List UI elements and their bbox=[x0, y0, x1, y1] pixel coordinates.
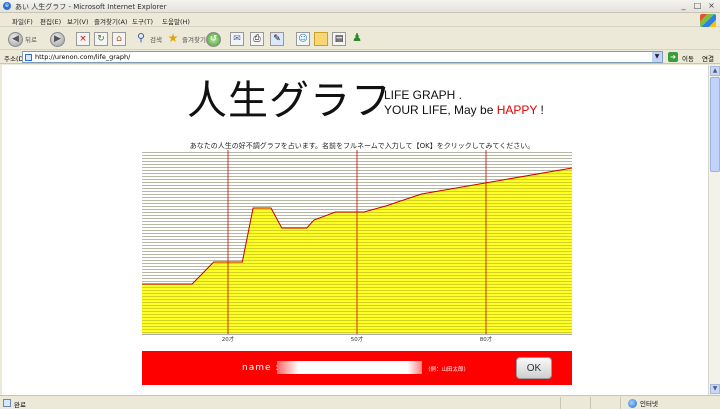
security-zone: 인터넷 bbox=[628, 398, 658, 408]
name-input[interactable] bbox=[277, 361, 422, 374]
chevron-down-icon[interactable]: ▼ bbox=[652, 52, 662, 62]
status-bar: 완료 인터넷 bbox=[0, 395, 720, 409]
browser-window: e あい 人生グラフ - Microsoft Internet Explorer… bbox=[0, 0, 720, 409]
status-text: 완료 bbox=[14, 401, 26, 409]
research-button[interactable]: ▤ bbox=[332, 31, 346, 47]
folder-icon bbox=[314, 32, 328, 46]
name-hint: （例：山田太郎） bbox=[425, 367, 470, 373]
search-label: 검색 bbox=[150, 36, 162, 44]
status-divider bbox=[560, 397, 561, 409]
favorites-label: 즐겨찾기 bbox=[182, 36, 206, 44]
window-controls: _ □ × bbox=[677, 1, 718, 11]
vertical-scrollbar[interactable]: ▲ ▼ bbox=[708, 65, 720, 395]
status-divider bbox=[620, 397, 621, 409]
research-icon: ▤ bbox=[332, 32, 346, 46]
window-title: あい 人生グラフ - Microsoft Internet Explorer bbox=[15, 3, 167, 11]
toolbar: ◀ 뒤로 ▶ × ↻ ⌂ ⚲ 검색 ★ 즐겨찾기 ↺ ✉ ⎙ ✎ ☺ ▤ ♟ bbox=[0, 28, 720, 50]
menu-view[interactable]: 보기(V) bbox=[67, 16, 88, 26]
title-bar: e あい 人生グラフ - Microsoft Internet Explorer… bbox=[0, 0, 720, 13]
back-button[interactable]: ◀ 뒤로 bbox=[8, 31, 37, 47]
page-viewport: 人生グラフ LIFE GRAPH . YOUR LIFE, May be HAP… bbox=[2, 65, 708, 395]
ie-logo-icon: e bbox=[3, 2, 11, 10]
globe-icon bbox=[628, 398, 637, 408]
age-tick-label: 80才 bbox=[480, 335, 493, 342]
mail-icon: ✉ bbox=[230, 32, 244, 46]
forward-button[interactable]: ▶ bbox=[50, 31, 65, 47]
messenger-icon: ☺ bbox=[296, 32, 310, 46]
home-icon: ⌂ bbox=[112, 32, 126, 46]
age-tick-label: 50才 bbox=[351, 335, 364, 342]
messenger-button[interactable]: ☺ bbox=[296, 31, 310, 47]
menu-bar: 파일(F) 편집(E) 보기(V) 즐겨찾기(A) 도구(T) 도움말(H) bbox=[0, 13, 720, 27]
favorites-button[interactable]: ★ 즐겨찾기 bbox=[166, 31, 206, 47]
search-button[interactable]: ⚲ 검색 bbox=[134, 31, 162, 47]
page-subtitle-line2: YOUR LIFE, May be HAPPY ! bbox=[384, 103, 544, 117]
history-button[interactable]: ↺ bbox=[206, 31, 221, 47]
back-label: 뒤로 bbox=[25, 36, 37, 44]
address-url: http://urenon.com/life_graph/ bbox=[35, 53, 131, 61]
scroll-thumb[interactable] bbox=[710, 77, 720, 172]
refresh-icon: ↻ bbox=[94, 32, 108, 46]
menu-favorites[interactable]: 즐겨찾기(A) bbox=[94, 16, 127, 26]
print-button[interactable]: ⎙ bbox=[250, 31, 264, 47]
history-icon: ↺ bbox=[206, 31, 221, 47]
scroll-up-icon[interactable]: ▲ bbox=[710, 66, 720, 76]
star-icon: ★ bbox=[167, 31, 179, 45]
age-tick-label: 20才 bbox=[222, 335, 235, 342]
mail-button[interactable]: ✉ bbox=[230, 31, 244, 47]
ok-button[interactable]: OK bbox=[516, 357, 552, 379]
zone-label: 인터넷 bbox=[640, 400, 658, 408]
go-button[interactable]: 이동 bbox=[682, 53, 694, 63]
maximize-button[interactable]: □ bbox=[691, 1, 704, 11]
users-icon: ♟ bbox=[352, 31, 362, 44]
stop-button[interactable]: × bbox=[76, 31, 90, 47]
subtitle-suffix: ! bbox=[537, 103, 544, 117]
minimize-button[interactable]: _ bbox=[677, 1, 690, 11]
stop-icon: × bbox=[76, 32, 90, 46]
name-form: name : （例：山田太郎） OK bbox=[142, 351, 572, 385]
menu-edit[interactable]: 편집(E) bbox=[40, 16, 61, 26]
subtitle-happy: HAPPY bbox=[496, 103, 538, 117]
page-subtitle-line1: LIFE GRAPH . bbox=[384, 88, 463, 102]
address-bar: 주소(D) http://urenon.com/life_graph/ ▼ ➜ … bbox=[0, 50, 720, 64]
page-done-icon bbox=[3, 399, 11, 407]
close-button[interactable]: × bbox=[705, 1, 718, 11]
folder-button[interactable] bbox=[314, 31, 328, 47]
edit-button[interactable]: ✎ bbox=[270, 31, 284, 47]
edit-icon: ✎ bbox=[270, 32, 284, 46]
page-icon bbox=[25, 54, 32, 61]
subtitle-prefix: YOUR LIFE, May be bbox=[384, 103, 497, 117]
windows-logo-icon bbox=[700, 14, 716, 27]
home-button[interactable]: ⌂ bbox=[112, 31, 126, 47]
menu-tools[interactable]: 도구(T) bbox=[132, 16, 153, 26]
users-button[interactable]: ♟ bbox=[350, 31, 364, 47]
menu-file[interactable]: 파일(F) bbox=[12, 16, 33, 26]
printer-icon: ⎙ bbox=[250, 32, 264, 46]
scroll-down-icon[interactable]: ▼ bbox=[710, 384, 720, 394]
forward-arrow-icon: ▶ bbox=[50, 31, 65, 47]
links-button[interactable]: 연결 bbox=[702, 53, 714, 63]
search-icon: ⚲ bbox=[136, 31, 146, 44]
name-label: name : bbox=[242, 363, 280, 373]
status-divider bbox=[590, 397, 591, 409]
life-graph-chart: 20才 50才 80才 bbox=[142, 150, 572, 342]
menu-help[interactable]: 도움말(H) bbox=[162, 16, 190, 26]
refresh-button[interactable]: ↻ bbox=[94, 31, 108, 47]
page-title: 人生グラフ bbox=[187, 78, 392, 124]
address-input[interactable]: http://urenon.com/life_graph/ ▼ bbox=[22, 51, 663, 63]
back-arrow-icon: ◀ bbox=[8, 31, 23, 47]
go-arrow-icon[interactable]: ➜ bbox=[668, 52, 678, 62]
